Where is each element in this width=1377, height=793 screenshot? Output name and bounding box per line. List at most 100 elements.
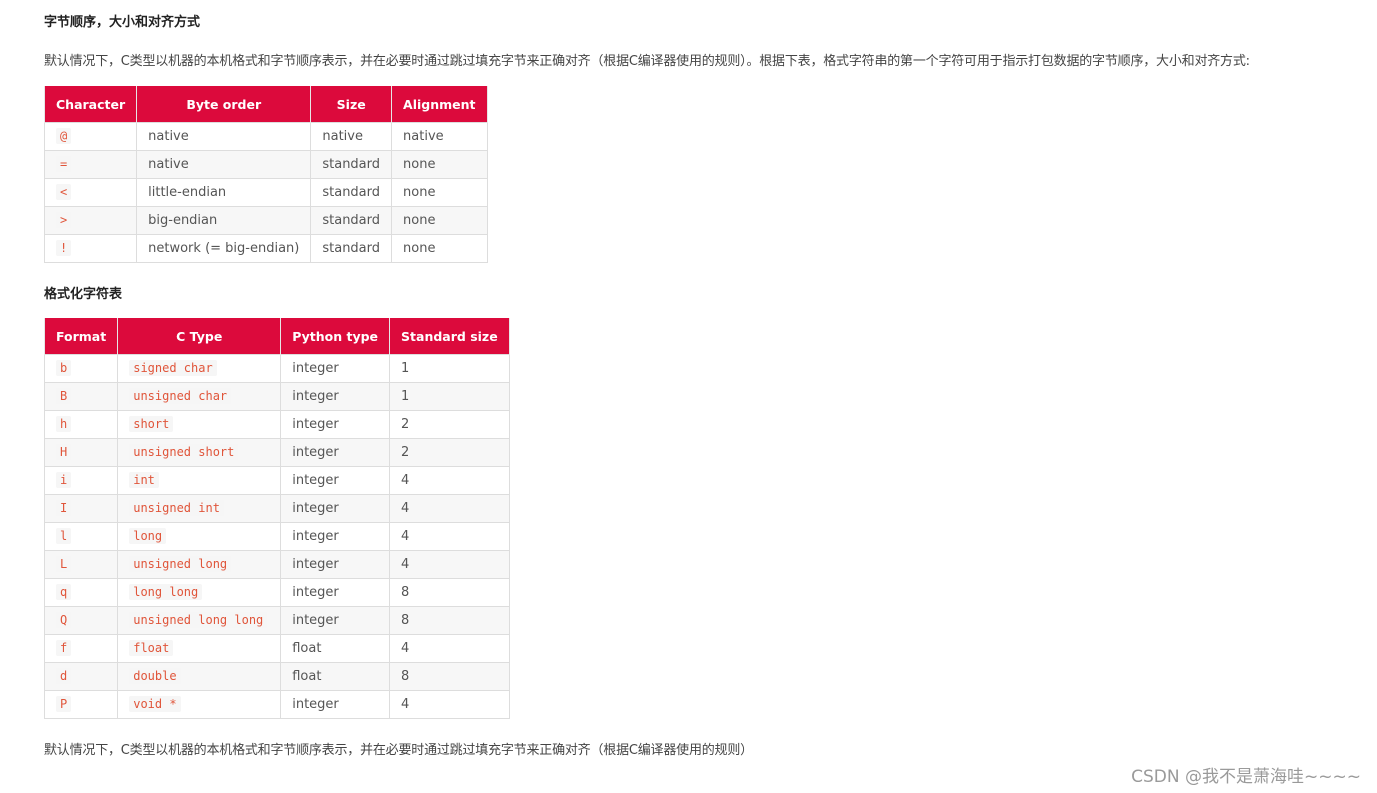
csdn-watermark: CSDN @我不是萧海哇~~~~ <box>1131 767 1361 787</box>
column-header: Standard size <box>389 318 510 355</box>
table-cell: none <box>391 234 488 263</box>
footer-paragraph: 默认情况下，C类型以机器的本机格式和字节顺序表示，并在必要时通过跳过填充字节来正… <box>44 743 753 758</box>
table-cell: native <box>136 150 312 179</box>
table-cell: 8 <box>389 662 510 691</box>
table-cell: unsigned long long <box>117 606 282 635</box>
table-cell: signed char <box>117 354 282 383</box>
inline-code: long <box>129 528 167 544</box>
table-cell: > <box>43 206 138 235</box>
column-header: Size <box>310 86 393 123</box>
table-cell: float <box>280 634 391 663</box>
table-cell: none <box>391 206 488 235</box>
table-cell: none <box>391 150 488 179</box>
table-row: i int integer 4 <box>43 466 510 495</box>
table-cell: integer <box>280 382 391 411</box>
inline-code: f <box>56 640 72 656</box>
inline-code: I <box>56 500 72 516</box>
table-cell: 4 <box>389 466 510 495</box>
table-cell: integer <box>280 550 391 579</box>
table-cell: integer <box>280 522 391 551</box>
table-cell: 4 <box>389 494 510 523</box>
inline-code: > <box>56 212 72 228</box>
table-cell: unsigned long <box>117 550 282 579</box>
column-header: Alignment <box>391 86 488 123</box>
table-row: f float float 4 <box>43 634 510 663</box>
table-row: = native standard none <box>43 150 488 179</box>
inline-code: unsigned long <box>129 556 232 572</box>
table-cell: unsigned char <box>117 382 282 411</box>
table-row: d double float 8 <box>43 662 510 691</box>
table-cell: short <box>117 410 282 439</box>
table-cell: 1 <box>389 354 510 383</box>
table-cell: 4 <box>389 550 510 579</box>
table-cell: d <box>43 662 119 691</box>
inline-code: @ <box>56 128 72 144</box>
inline-code: Q <box>56 612 72 628</box>
table-cell: @ <box>43 122 138 151</box>
inline-code: unsigned short <box>129 444 239 460</box>
section-title-format-chars: 格式化字符表 <box>44 287 123 302</box>
table-cell: standard <box>310 150 393 179</box>
inline-code: void * <box>129 696 181 712</box>
table-row: @ native native native <box>43 122 488 151</box>
inline-code: L <box>56 556 72 572</box>
table-row: q long long integer 8 <box>43 578 510 607</box>
table-cell: standard <box>310 206 393 235</box>
column-header: C Type <box>117 318 282 355</box>
table-cell: H <box>43 438 119 467</box>
table-cell: standard <box>310 234 393 263</box>
table-cell: unsigned short <box>117 438 282 467</box>
inline-code: i <box>56 472 72 488</box>
table-cell: native <box>136 122 312 151</box>
inline-code: d <box>56 668 72 684</box>
table-row: Qunsigned long long integer 8 <box>43 606 510 635</box>
inline-code: float <box>129 640 174 656</box>
table-row: > big-endian standard none <box>43 206 488 235</box>
inline-code: unsigned long long <box>129 612 268 628</box>
table-cell: native <box>391 122 488 151</box>
column-header: Python type <box>280 318 391 355</box>
table-cell: native <box>310 122 393 151</box>
table-cell: f <box>43 634 119 663</box>
table-cell: integer <box>280 606 391 635</box>
table-cell: Q <box>43 606 119 635</box>
inline-code: h <box>56 416 72 432</box>
table-cell: 8 <box>389 606 510 635</box>
inline-code: signed char <box>129 360 217 376</box>
table-row: Pvoid * integer 4 <box>43 690 510 719</box>
table-cell: integer <box>280 466 391 495</box>
table-cell: float <box>280 662 391 691</box>
table-row: ! network (= big-endian) standard none <box>43 234 488 263</box>
table-cell: double <box>117 662 282 691</box>
inline-code: ! <box>56 240 72 256</box>
inline-code: double <box>129 668 181 684</box>
table-row: Lunsigned long integer 4 <box>43 550 510 579</box>
table-cell: long long <box>117 578 282 607</box>
table-cell: b <box>43 354 119 383</box>
column-header: Byte order <box>136 86 312 123</box>
inline-code: short <box>129 416 174 432</box>
column-header: Format <box>43 318 119 355</box>
table-header-row: Format C Type Python type Standard size <box>43 318 510 355</box>
table-row: Hunsigned short integer 2 <box>43 438 510 467</box>
table-cell: 1 <box>389 382 510 411</box>
table-cell: integer <box>280 354 391 383</box>
table-cell: 2 <box>389 410 510 439</box>
table-cell: unsigned int <box>117 494 282 523</box>
inline-code: < <box>56 184 72 200</box>
table-cell: 4 <box>389 522 510 551</box>
table-cell: = <box>43 150 138 179</box>
intro-paragraph: 默认情况下，C类型以机器的本机格式和字节顺序表示，并在必要时通过跳过填充字节来正… <box>44 54 1250 69</box>
table-row: l long integer 4 <box>43 522 510 551</box>
table-cell: q <box>43 578 119 607</box>
table-cell: none <box>391 178 488 207</box>
table-header-row: Character Byte order Size Alignment <box>43 86 488 123</box>
inline-code: int <box>129 472 159 488</box>
inline-code: long long <box>129 584 203 600</box>
table-row: < little-endian standard none <box>43 178 488 207</box>
format-char-table: Format C Type Python type Standard size b si… <box>43 318 510 719</box>
table-cell: integer <box>280 578 391 607</box>
inline-code: H <box>56 444 72 460</box>
table-cell: network (= big-endian) <box>136 234 312 263</box>
table-row: Bunsigned char integer 1 <box>43 382 510 411</box>
